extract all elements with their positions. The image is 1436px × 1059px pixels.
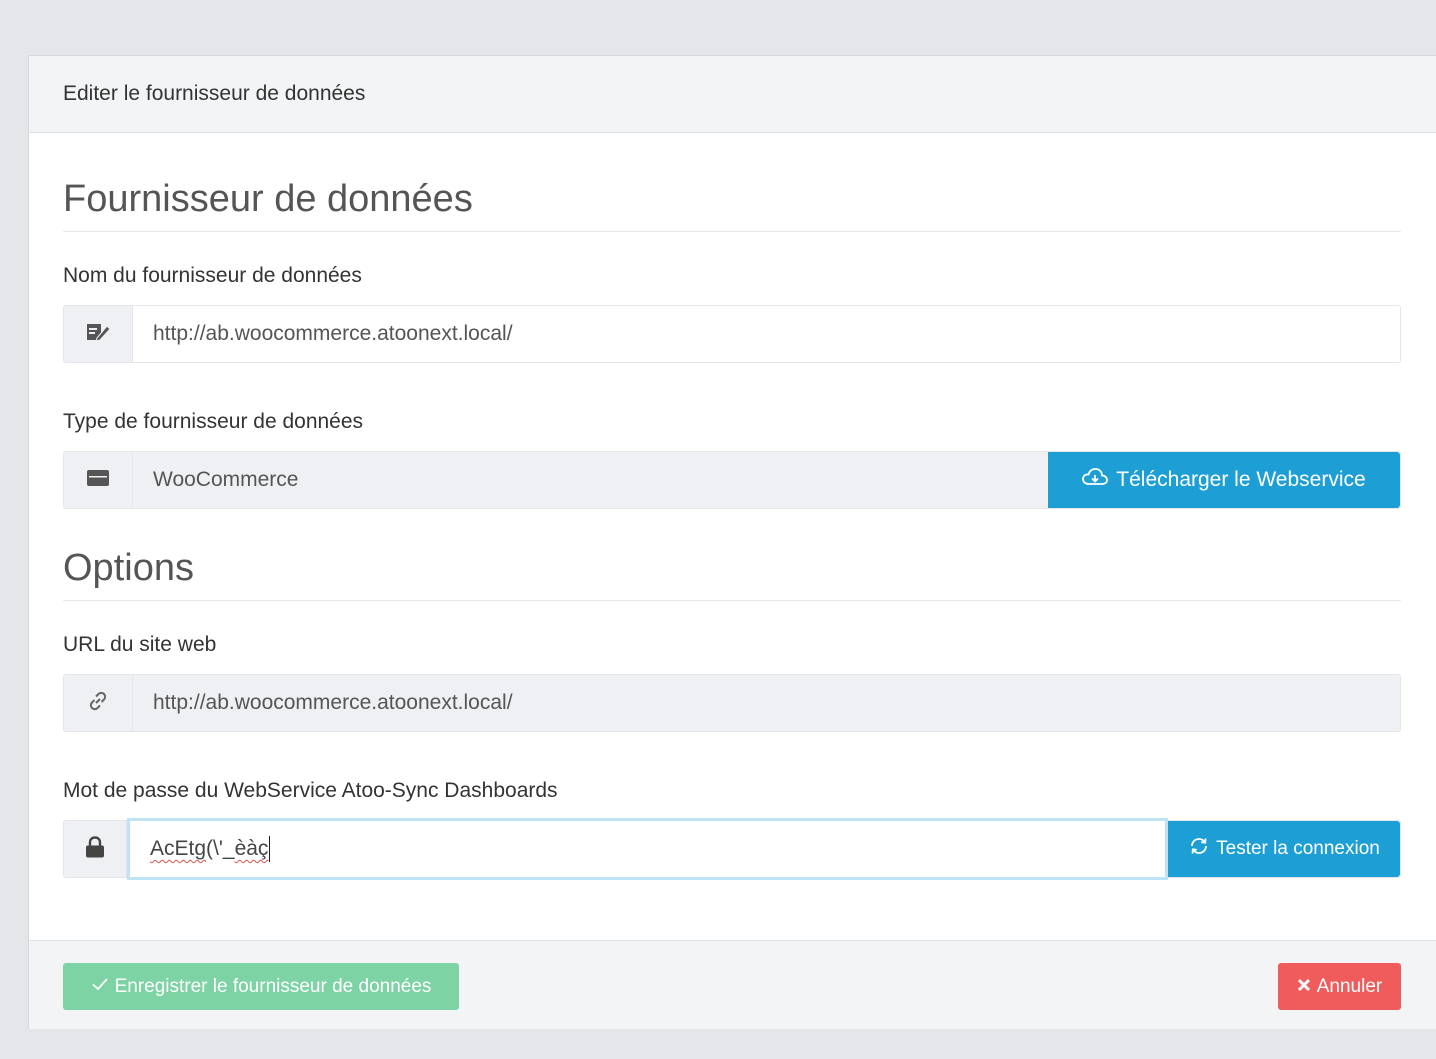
provider-type-value: WooCommerce — [153, 468, 299, 491]
page: Editer le fournisseur de données Fournis… — [0, 0, 1436, 1059]
provider-name-input[interactable]: http://ab.woocommerce.atoonext.local/ — [133, 306, 1400, 362]
section-divider — [63, 600, 1401, 601]
download-webservice-label: Télécharger le Webservice — [1116, 468, 1366, 491]
url-addon — [64, 675, 133, 731]
website-url-value: http://ab.woocommerce.atoonext.local/ — [153, 691, 513, 714]
card-footer: Enregistrer le fournisseur de données An… — [29, 940, 1436, 1029]
section-title-options: Options — [63, 547, 194, 589]
close-icon — [1297, 976, 1311, 998]
name-addon — [64, 306, 133, 362]
name-label: Nom du fournisseur de données — [63, 264, 362, 287]
lock-icon — [84, 835, 106, 864]
password-value-part2: (\'_ — [206, 837, 235, 860]
password-input[interactable]: AcEtg (\'_ èàç — [127, 818, 1168, 880]
provider-name-value: http://ab.woocommerce.atoonext.local/ — [153, 322, 513, 345]
save-provider-button[interactable]: Enregistrer le fournisseur de données — [63, 963, 459, 1010]
cloud-download-icon — [1082, 467, 1109, 493]
refresh-icon — [1188, 835, 1210, 863]
edit-provider-card: Editer le fournisseur de données Fournis… — [28, 55, 1436, 1029]
download-webservice-button[interactable]: Télécharger le Webservice — [1048, 452, 1400, 508]
provider-type-select[interactable]: WooCommerce — [133, 452, 1048, 508]
password-value-part3: èàç — [234, 837, 269, 860]
check-icon — [91, 976, 109, 998]
password-label: Mot de passe du WebService Atoo-Sync Das… — [63, 779, 558, 802]
section-divider — [63, 231, 1401, 232]
name-input-group: http://ab.woocommerce.atoonext.local/ — [63, 305, 1401, 363]
edit-icon — [85, 321, 111, 348]
password-input-group: AcEtg (\'_ èàç Tester la connexion — [63, 818, 1401, 880]
type-input-group: WooCommerce Télécharger le Webservice — [63, 451, 1401, 509]
password-value-part1: AcEtg — [150, 837, 207, 860]
password-addon — [64, 821, 127, 877]
type-addon — [64, 452, 133, 508]
url-input-group: http://ab.woocommerce.atoonext.local/ — [63, 674, 1401, 732]
cancel-label: Annuler — [1316, 975, 1383, 997]
link-icon — [86, 689, 110, 718]
cancel-button[interactable]: Annuler — [1278, 963, 1401, 1010]
website-url-input[interactable]: http://ab.woocommerce.atoonext.local/ — [133, 675, 1400, 731]
card-header: Editer le fournisseur de données — [29, 56, 1436, 133]
type-label: Type de fournisseur de données — [63, 410, 364, 433]
url-label: URL du site web — [63, 633, 217, 656]
save-provider-label: Enregistrer le fournisseur de données — [114, 975, 432, 997]
section-title-provider: Fournisseur de données — [63, 178, 473, 220]
card-header-title: Editer le fournisseur de données — [63, 82, 366, 105]
test-connection-label: Tester la connexion — [1216, 838, 1380, 859]
test-connection-button[interactable]: Tester la connexion — [1168, 821, 1400, 877]
text-caret — [269, 836, 271, 862]
server-icon — [86, 468, 110, 493]
